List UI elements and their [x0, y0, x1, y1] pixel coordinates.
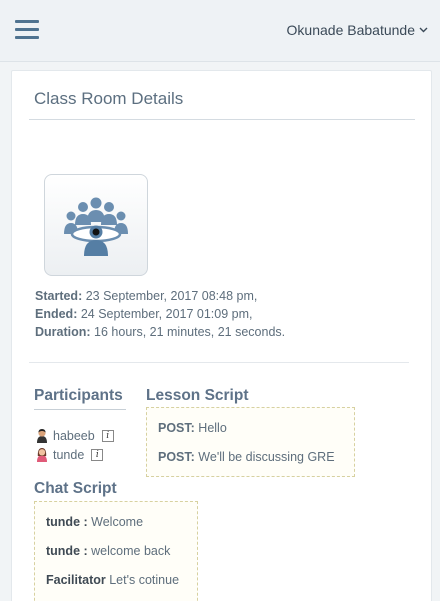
lesson-line: POST: We'll be discussing GRE: [158, 450, 335, 464]
lesson-script-title: Lesson Script: [146, 387, 249, 404]
page-title: Class Room Details: [34, 89, 184, 108]
started-row: Started: 23 September, 2017 08:48 pm,: [35, 289, 258, 303]
chat-line: tunde : welcome back: [46, 544, 171, 558]
section-divider: [29, 362, 409, 363]
participants-title: Participants: [34, 387, 123, 404]
female-avatar-icon: [37, 448, 47, 462]
info-icon[interactable]: i: [101, 429, 114, 442]
title-divider: [29, 119, 415, 120]
classroom-image: [44, 174, 148, 276]
info-icon[interactable]: i: [91, 448, 104, 461]
user-name: Okunade Babatunde: [286, 22, 415, 38]
participant-item: habeeb i: [35, 428, 114, 443]
chevron-down-icon: [419, 25, 428, 36]
participant-name[interactable]: tunde: [53, 448, 84, 462]
chat-script-title: Chat Script: [34, 480, 117, 497]
chat-line: tunde : Welcome: [46, 515, 144, 529]
chat-line: Facilitator Let's cotinue: [46, 573, 180, 587]
session-meta: Started: 23 September, 2017 08:48 pm, En…: [35, 287, 285, 341]
top-bar: Okunade Babatunde: [0, 0, 440, 62]
participant-item: tunde i: [35, 447, 104, 462]
male-avatar-icon: [37, 429, 47, 443]
lesson-script-box: POST: Hello POST: We'll be discussing GR…: [146, 407, 355, 477]
hamburger-icon[interactable]: [15, 18, 39, 42]
user-menu[interactable]: Okunade Babatunde: [287, 22, 428, 38]
participants-underline: [34, 409, 126, 410]
classroom-card: Class Room Details Started: 23 September…: [11, 70, 432, 601]
participant-name[interactable]: habeeb: [53, 429, 95, 443]
ended-row: Ended: 24 September, 2017 01:09 pm,: [35, 307, 253, 321]
chat-script-box: tunde : Welcome tunde : welcome back Fac…: [34, 501, 198, 601]
duration-row: Duration: 16 hours, 21 minutes, 21 secon…: [35, 325, 286, 339]
lesson-line: POST: Hello: [158, 421, 227, 435]
classroom-group-icon: [64, 197, 128, 256]
